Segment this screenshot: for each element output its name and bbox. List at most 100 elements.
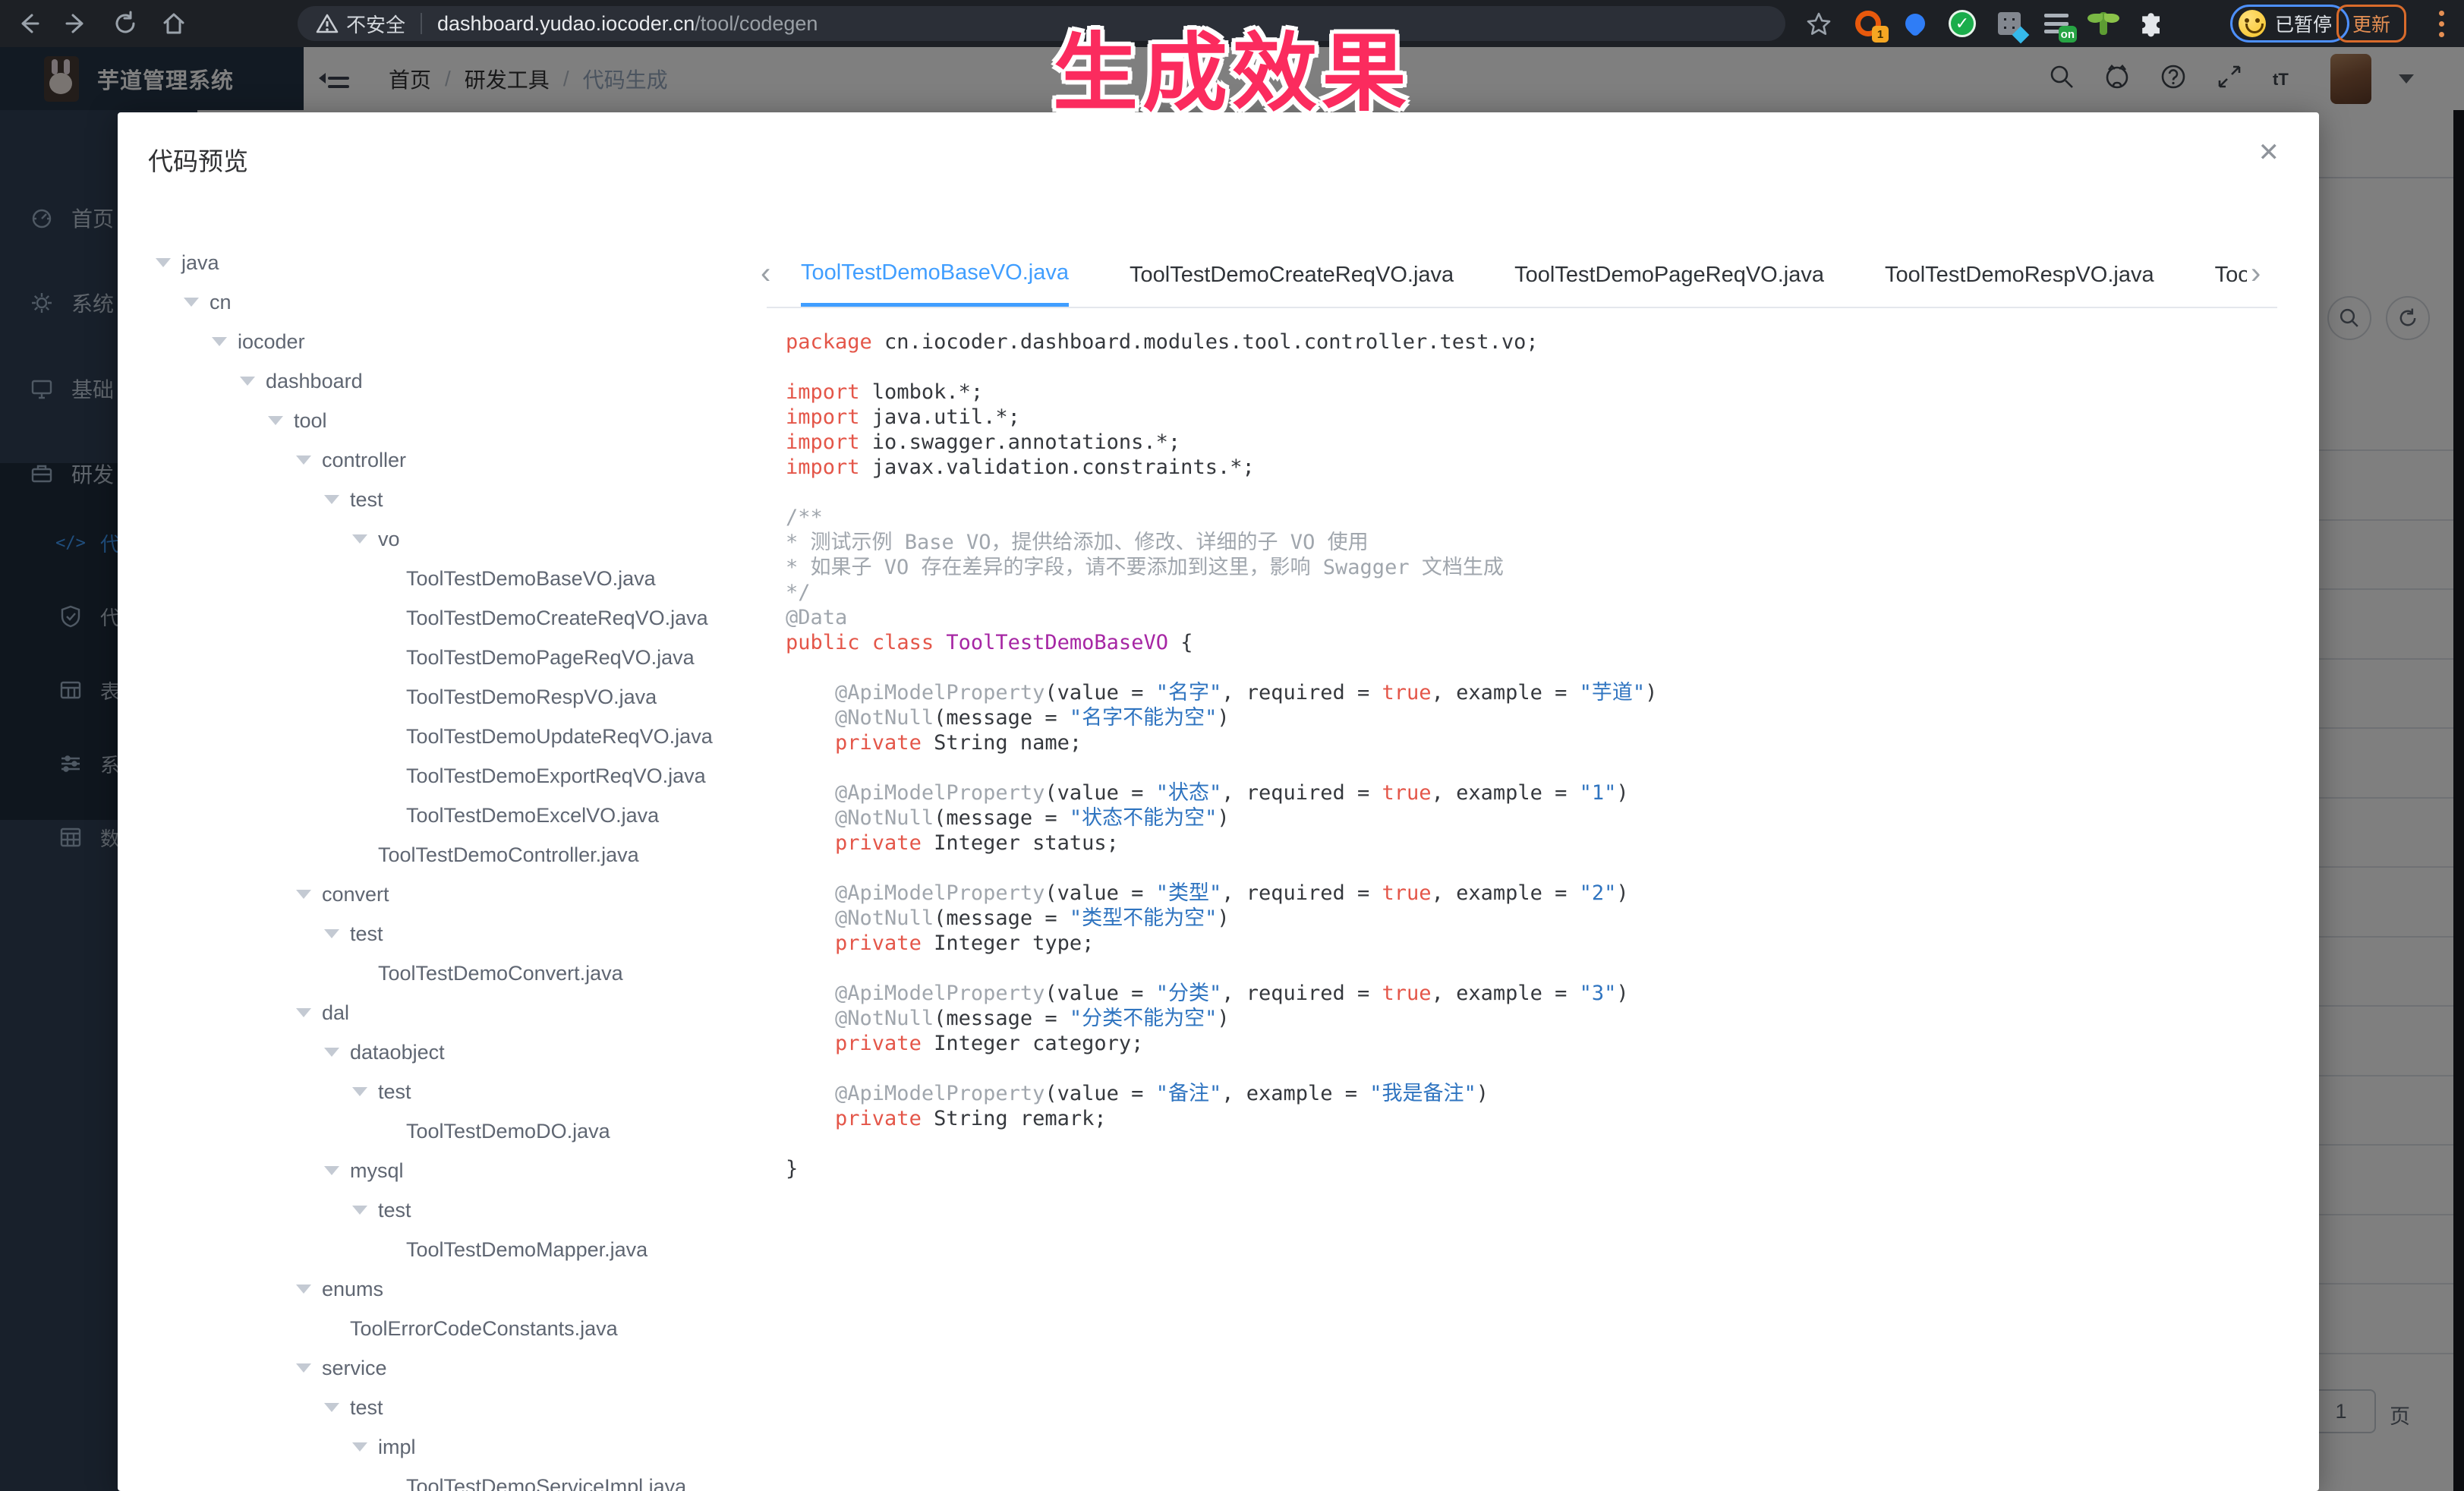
dialog-close-button[interactable]: ✕ (2258, 140, 2280, 165)
code-line: @ApiModelProperty(value = "类型", required… (786, 881, 1657, 906)
code-line: import javax.validation.constraints.*; (786, 455, 1657, 480)
code-line: * 如果子 VO 存在差异的字段，请不要添加到这里，影响 Swagger 文档生… (786, 555, 1657, 580)
extension-list[interactable]: on (2040, 8, 2072, 39)
code-block: package cn.iocoder.dashboard.modules.too… (786, 329, 1657, 1181)
tree-expand-caret-icon[interactable] (296, 1008, 311, 1017)
tree-expand-caret-icon[interactable] (352, 1206, 367, 1215)
code-line: @ApiModelProperty(value = "状态", required… (786, 780, 1657, 805)
tree-folder[interactable]: java (118, 243, 767, 282)
tree-expand-caret-icon[interactable] (240, 377, 255, 386)
tree-folder[interactable]: impl (118, 1427, 767, 1467)
code-line: import lombok.*; (786, 380, 1657, 405)
tree-file[interactable]: ToolTestDemoServiceImpl.java (118, 1467, 767, 1491)
browser-forward-button[interactable] (56, 3, 97, 44)
tree-folder[interactable]: test (118, 914, 767, 954)
browser-back-button[interactable] (8, 3, 49, 44)
code-line: package cn.iocoder.dashboard.modules.too… (786, 329, 1657, 355)
tree-folder[interactable]: dashboard (118, 361, 767, 401)
tree-expand-caret-icon[interactable] (324, 1048, 339, 1057)
tree-expand-caret-icon[interactable] (296, 890, 311, 899)
tree-expand-caret-icon[interactable] (296, 1285, 311, 1294)
tree-expand-caret-icon[interactable] (352, 1442, 367, 1452)
browser-home-button[interactable] (153, 3, 194, 44)
tree-file[interactable]: ToolTestDemoDO.java (118, 1111, 767, 1151)
tree-folder[interactable]: test (118, 480, 767, 519)
browser-menu-button[interactable] (2426, 8, 2456, 39)
tree-file[interactable]: ToolTestDemoController.java (118, 835, 767, 875)
tree-folder[interactable]: mysql (118, 1151, 767, 1190)
tree-folder[interactable]: test (118, 1190, 767, 1230)
tree-folder[interactable]: iocoder (118, 322, 767, 361)
tree-expand-caret-icon[interactable] (268, 416, 283, 425)
tree-expand-caret-icon[interactable] (156, 258, 171, 267)
tree-folder[interactable]: enums (118, 1269, 767, 1309)
tree-folder[interactable]: dal (118, 993, 767, 1032)
tree-node-label: dataobject (350, 1041, 445, 1064)
puzzle-icon (2137, 10, 2164, 37)
tree-expand-caret-icon[interactable] (212, 337, 227, 346)
tree-expand-caret-icon[interactable] (352, 1087, 367, 1096)
code-line (786, 480, 1657, 505)
tree-expand-caret-icon[interactable] (324, 929, 339, 938)
tree-expand-caret-icon[interactable] (324, 1403, 339, 1412)
file-tab[interactable]: ToolTestDemoBaseVO.java (801, 243, 1069, 307)
extension-plant[interactable] (2087, 8, 2119, 39)
warning-triangle-icon (316, 13, 339, 34)
tree-folder[interactable]: test (118, 1388, 767, 1427)
tree-file[interactable]: ToolTestDemoCreateReqVO.java (118, 598, 767, 638)
tree-file[interactable]: ToolTestDemoConvert.java (118, 954, 767, 993)
tree-expand-caret-icon[interactable] (184, 298, 199, 307)
tree-file[interactable]: ToolTestDemoUpdateReqVO.java (118, 717, 767, 756)
tree-expand-caret-icon[interactable] (352, 534, 367, 544)
tree-folder[interactable]: cn (118, 282, 767, 322)
tree-folder[interactable]: convert (118, 875, 767, 914)
code-line (786, 1131, 1657, 1156)
tabs-prev-button[interactable]: ‹ (761, 257, 770, 291)
tree-node-label: ToolTestDemoBaseVO.java (406, 567, 656, 591)
file-tab[interactable]: ToolTestDemoPageReqVO.java (1514, 243, 1824, 307)
tree-folder[interactable]: dataobject (118, 1032, 767, 1072)
tree-node-label: mysql (350, 1159, 404, 1183)
file-tab[interactable]: ToolTe (2215, 243, 2247, 307)
file-tree: javacniocoderdashboardtoolcontrollertest… (118, 243, 767, 1491)
browser-profile-button[interactable]: 已暂停 (2230, 5, 2349, 43)
tree-folder[interactable]: tool (118, 401, 767, 440)
file-tab[interactable]: ToolTestDemoRespVO.java (1885, 243, 2154, 307)
file-tab[interactable]: ToolTestDemoCreateReqVO.java (1130, 243, 1454, 307)
tree-file[interactable]: ToolTestDemoExportReqVO.java (118, 756, 767, 796)
extension-green-circle[interactable]: ✓ (1946, 8, 1978, 39)
tabs-next-button[interactable]: › (2251, 257, 2261, 291)
update-label: 更新 (2352, 10, 2390, 37)
browser-update-button[interactable]: 更新 (2336, 5, 2406, 43)
security-label: 不安全 (346, 10, 405, 38)
tree-node-label: ToolTestDemoExcelVO.java (406, 804, 659, 827)
tree-folder[interactable]: service (118, 1348, 767, 1388)
tree-expand-caret-icon[interactable] (324, 495, 339, 504)
address-bar[interactable]: 不安全 dashboard.yudao.iocoder.cn/tool/code… (298, 6, 1785, 41)
tree-folder[interactable]: test (118, 1072, 767, 1111)
tree-file[interactable]: ToolTestDemoPageReqVO.java (118, 638, 767, 677)
code-line: @NotNull(message = "分类不能为空") (786, 1006, 1657, 1031)
tree-expand-caret-icon[interactable] (296, 455, 311, 465)
star-icon (1805, 11, 1832, 38)
tree-file[interactable]: ToolTestDemoBaseVO.java (118, 559, 767, 598)
tree-folder[interactable]: controller (118, 440, 767, 480)
extension-blue-pin[interactable] (1899, 8, 1931, 39)
tree-file[interactable]: ToolTestDemoRespVO.java (118, 677, 767, 717)
extension-orange[interactable]: 1 (1852, 8, 1884, 39)
extension-grid[interactable] (1993, 8, 2025, 39)
tree-file[interactable]: ToolTestDemoExcelVO.java (118, 796, 767, 835)
extensions-puzzle-button[interactable] (2135, 8, 2166, 39)
file-tabs-bar: ‹ ToolTestDemoBaseVO.javaToolTestDemoCre… (767, 243, 2319, 308)
site-warning[interactable]: 不安全 (316, 10, 405, 38)
arrow-left-icon (15, 11, 41, 36)
tree-folder[interactable]: vo (118, 519, 767, 559)
tree-file[interactable]: ToolErrorCodeConstants.java (118, 1309, 767, 1348)
tree-expand-caret-icon[interactable] (324, 1166, 339, 1175)
bookmark-star-button[interactable] (1805, 11, 1832, 42)
tree-node-label: ToolTestDemoConvert.java (378, 962, 623, 985)
tree-expand-caret-icon[interactable] (296, 1363, 311, 1373)
tree-file[interactable]: ToolTestDemoMapper.java (118, 1230, 767, 1269)
browser-reload-button[interactable] (105, 3, 146, 44)
code-line: @Data (786, 605, 1657, 630)
